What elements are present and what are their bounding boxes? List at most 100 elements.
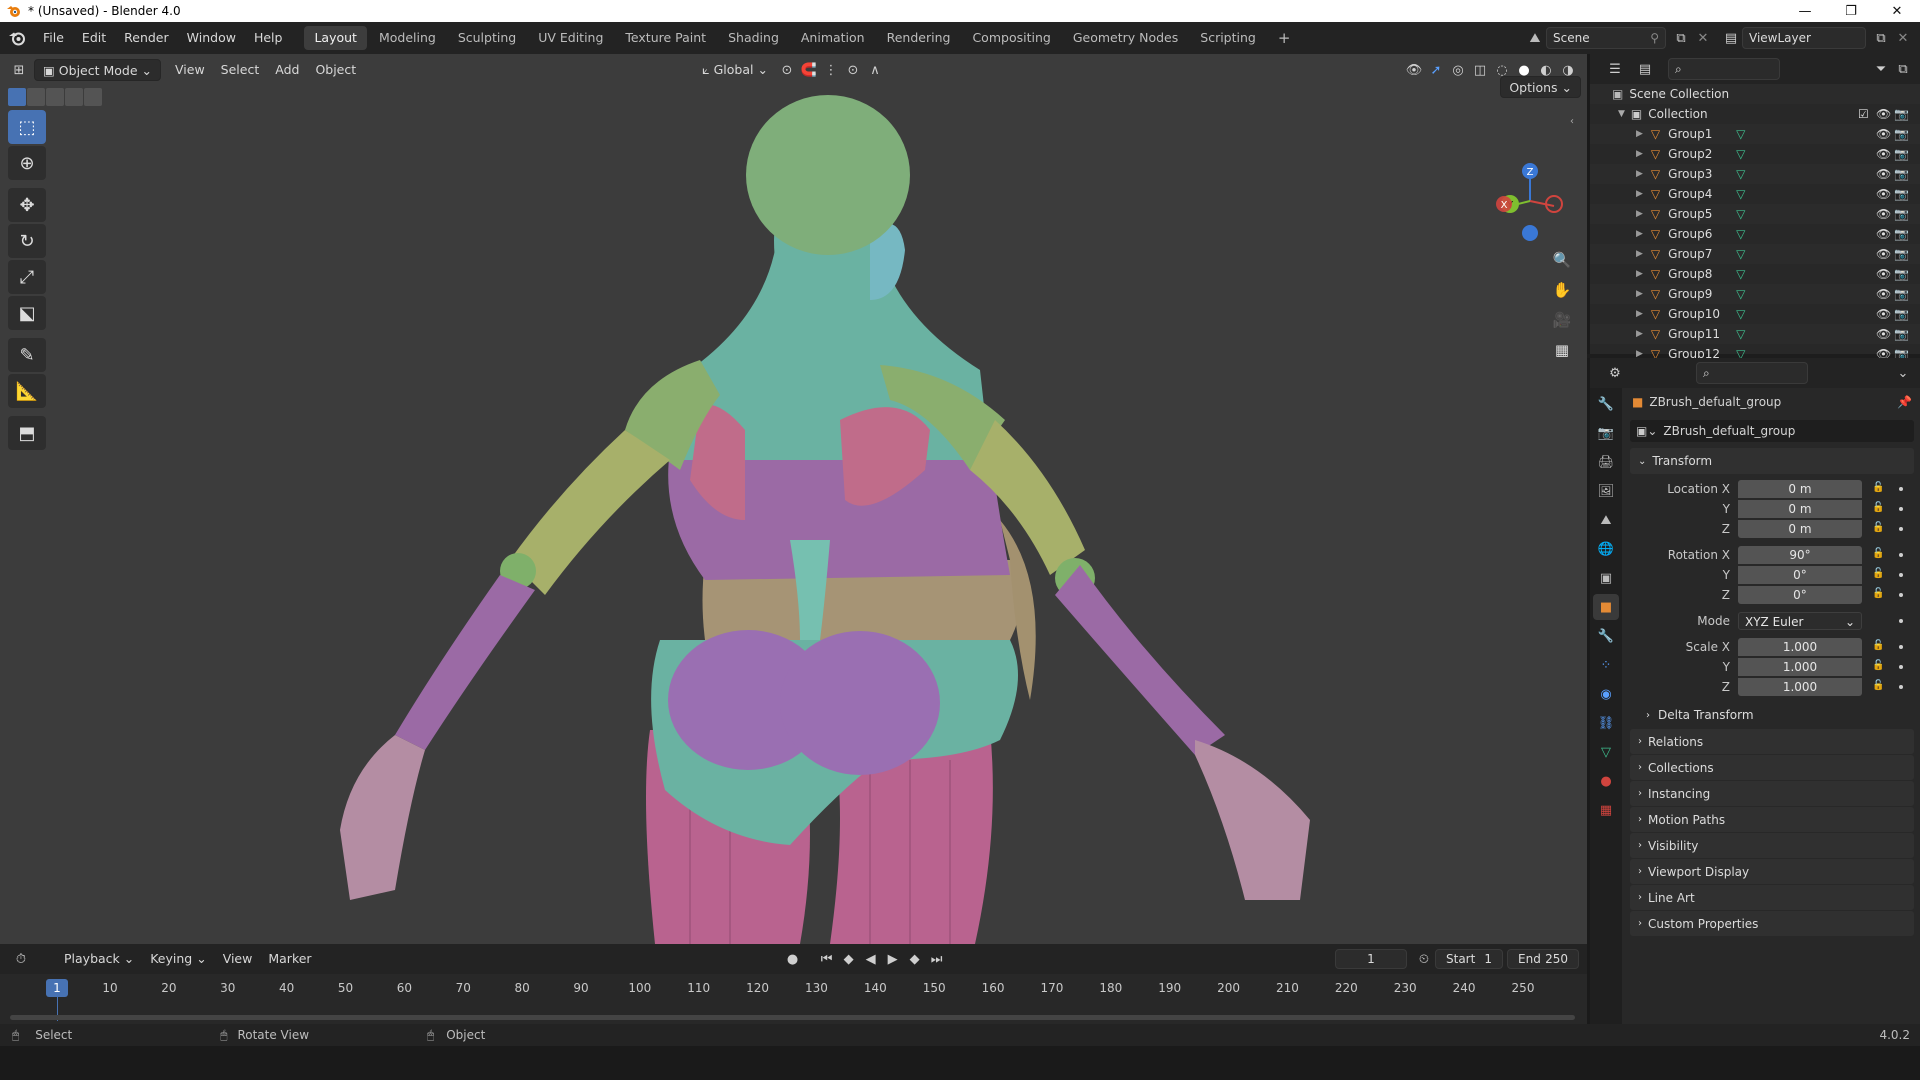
- keyframe-dot-icon[interactable]: [1899, 665, 1903, 669]
- 3d-viewport[interactable]: ⊞ ▣ Object Mode ⌄ View Select Add Object…: [0, 54, 1587, 944]
- expand-chevron-icon[interactable]: ▶: [1636, 149, 1643, 159]
- workspace-tab-texture-paint[interactable]: Texture Paint: [615, 26, 716, 50]
- minimize-button[interactable]: —: [1782, 0, 1828, 22]
- expand-chevron-icon[interactable]: ▶: [1636, 229, 1643, 239]
- outliner-group-row[interactable]: ▶ ▽ Group7 ▽ 👁 📷: [1590, 244, 1920, 264]
- axis-gizmo-icon[interactable]: Z Y X: [1470, 106, 1580, 246]
- expand-chevron-icon[interactable]: ▼: [1618, 109, 1625, 119]
- workspace-tab-shading[interactable]: Shading: [718, 26, 789, 50]
- lock-icon[interactable]: 🔓: [1872, 568, 1886, 582]
- collection-camera-icon[interactable]: 📷: [1894, 107, 1909, 121]
- zoom-icon[interactable]: 🔍: [1548, 246, 1576, 274]
- camera-icon[interactable]: 📷: [1894, 247, 1909, 261]
- location-y-field[interactable]: 0 m: [1738, 500, 1862, 518]
- timeline-menu-marker[interactable]: Marker: [260, 948, 319, 970]
- camera-view-icon[interactable]: 🎥: [1548, 306, 1576, 334]
- delete-scene-icon[interactable]: ✕: [1692, 27, 1714, 49]
- blender-menu-icon[interactable]: [0, 22, 34, 54]
- next-keyframe-icon[interactable]: ◆: [904, 948, 926, 970]
- end-frame-field[interactable]: End 250: [1507, 949, 1579, 969]
- expand-chevron-icon[interactable]: ▶: [1636, 249, 1643, 259]
- tool-tab-icon[interactable]: 🔧: [1593, 391, 1619, 417]
- object-name-field[interactable]: ▣⌄ ZBrush_defualt_group: [1630, 420, 1914, 442]
- workspace-tab-sculpting[interactable]: Sculpting: [448, 26, 526, 50]
- mesh-data-icon[interactable]: ▽: [1736, 327, 1745, 341]
- outliner-group-row[interactable]: ▶ ▽ Group6 ▽ 👁 📷: [1590, 224, 1920, 244]
- rotation-mode-select[interactable]: XYZ Euler ⌄: [1738, 612, 1862, 630]
- visibility-icon[interactable]: 👁: [1403, 59, 1425, 81]
- timeline-menu-keying[interactable]: Keying ⌄: [142, 948, 214, 970]
- timeline-ruler[interactable]: 10 20 30 40 50 60 70 80 90 100 110 120 130 140 150 160 1…: [0, 974, 1587, 1024]
- viewport-menu-select[interactable]: Select: [213, 59, 268, 81]
- location-x-field[interactable]: 0 m: [1738, 480, 1862, 498]
- outliner-group-row[interactable]: ▶ ▽ Group10 ▽ 👁 📷: [1590, 304, 1920, 324]
- pan-hand-icon[interactable]: ✋: [1548, 276, 1576, 304]
- eye-icon[interactable]: 👁: [1876, 127, 1891, 141]
- transform-panel-header[interactable]: ⌄ Transform: [1630, 448, 1914, 474]
- expand-chevron-icon[interactable]: ▶: [1636, 169, 1643, 179]
- location-z-field[interactable]: 0 m: [1738, 520, 1862, 538]
- playhead[interactable]: 1: [46, 979, 68, 997]
- view-layer-icon[interactable]: ▤: [1720, 27, 1742, 49]
- rotate-tool-icon[interactable]: ↻: [8, 224, 46, 258]
- camera-icon[interactable]: 📷: [1894, 207, 1909, 221]
- collection-eye-icon[interactable]: 👁: [1876, 107, 1891, 121]
- transform-tool-icon[interactable]: ⬕: [8, 296, 46, 330]
- navigation-gizmo[interactable]: Z Y X: [1470, 106, 1580, 241]
- panel-header-visibility[interactable]: › Visibility: [1630, 833, 1914, 858]
- expand-chevron-icon[interactable]: ▶: [1636, 269, 1643, 279]
- proportional-edit-icon[interactable]: ⊙: [842, 59, 864, 81]
- preview-range-icon[interactable]: ⏲: [1413, 948, 1435, 970]
- snap-target-icon[interactable]: ⋮: [820, 59, 842, 81]
- camera-icon[interactable]: 📷: [1894, 327, 1909, 341]
- collection-row[interactable]: ▼ ▣ Collection ☑ 👁 📷: [1590, 104, 1920, 124]
- select-box-tool-icon[interactable]: ⬚: [8, 110, 46, 144]
- viewport-menu-object[interactable]: Object: [307, 59, 364, 81]
- eye-icon[interactable]: 👁: [1876, 227, 1891, 241]
- lock-icon[interactable]: 🔓: [1872, 522, 1886, 536]
- render-tab-icon[interactable]: 📷: [1593, 420, 1619, 446]
- workspace-tab-compositing[interactable]: Compositing: [962, 26, 1060, 50]
- outliner-group-row[interactable]: ▶ ▽ Group3 ▽ 👁 📷: [1590, 164, 1920, 184]
- viewport-menu-add[interactable]: Add: [267, 59, 307, 81]
- keyframe-dot-icon[interactable]: [1899, 573, 1903, 577]
- keyframe-dot-icon[interactable]: [1899, 553, 1903, 557]
- properties-editor-icon[interactable]: ⚙: [1604, 362, 1626, 384]
- mesh-data-icon[interactable]: ▽: [1736, 127, 1745, 141]
- select-subtract-icon[interactable]: [46, 88, 64, 106]
- delta-transform-header[interactable]: › Delta Transform: [1624, 703, 1920, 727]
- mesh-data-icon[interactable]: ▽: [1736, 287, 1745, 301]
- mesh-data-icon[interactable]: ▽: [1736, 147, 1745, 161]
- mesh-data-icon[interactable]: ▽: [1736, 227, 1745, 241]
- panel-header-relations[interactable]: › Relations: [1630, 729, 1914, 754]
- xray-toggle-icon[interactable]: ◫: [1469, 59, 1491, 81]
- workspace-tab-modeling[interactable]: Modeling: [369, 26, 446, 50]
- lock-icon[interactable]: 🔓: [1872, 502, 1886, 516]
- view-layer-tab-icon[interactable]: 🖼: [1593, 478, 1619, 504]
- filter-icon[interactable]: ⏷: [1870, 58, 1892, 80]
- particles-tab-icon[interactable]: ⁘: [1593, 652, 1619, 678]
- expand-chevron-icon[interactable]: ▶: [1636, 309, 1643, 319]
- menu-help[interactable]: Help: [245, 22, 292, 54]
- play-reverse-icon[interactable]: ◀: [860, 948, 882, 970]
- overlay-toggle-icon[interactable]: ◎: [1447, 59, 1469, 81]
- select-extend-icon[interactable]: [27, 88, 45, 106]
- workspace-tab-rendering[interactable]: Rendering: [877, 26, 961, 50]
- keyframe-dot-icon[interactable]: [1899, 507, 1903, 511]
- collection-tab-icon[interactable]: ▣: [1593, 565, 1619, 591]
- jump-start-icon[interactable]: ⏮: [816, 948, 838, 970]
- new-scene-icon[interactable]: ⧉: [1670, 27, 1692, 49]
- properties-search[interactable]: ⌕: [1696, 362, 1808, 384]
- mesh-data-icon[interactable]: ▽: [1736, 307, 1745, 321]
- keyframe-dot-icon[interactable]: [1899, 527, 1903, 531]
- scale-z-field[interactable]: 1.000: [1738, 678, 1862, 696]
- select-invert-icon[interactable]: [65, 88, 83, 106]
- lock-icon[interactable]: 🔓: [1872, 548, 1886, 562]
- transform-orientation[interactable]: ⟀ Global ⌄: [694, 59, 776, 81]
- menu-window[interactable]: Window: [178, 22, 245, 54]
- outliner-group-row[interactable]: ▶ ▽ Group11 ▽ 👁 📷: [1590, 324, 1920, 344]
- camera-icon[interactable]: 📷: [1894, 287, 1909, 301]
- select-intersect-icon[interactable]: [84, 88, 102, 106]
- add-workspace-button[interactable]: +: [1268, 26, 1301, 50]
- eye-icon[interactable]: 👁: [1876, 327, 1891, 341]
